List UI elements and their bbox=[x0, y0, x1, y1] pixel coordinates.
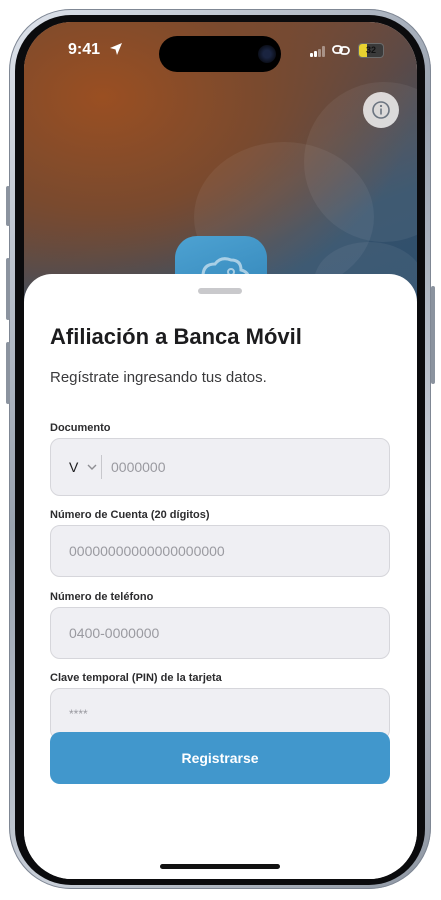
account-label: Número de Cuenta (20 dígitos) bbox=[50, 509, 210, 521]
volume-down-button bbox=[6, 342, 10, 404]
info-icon bbox=[372, 101, 390, 119]
document-field: V 0000000 bbox=[50, 438, 390, 496]
page-title: Afiliación a Banca Móvil bbox=[50, 324, 302, 349]
phone-number-input[interactable]: 0400-0000000 bbox=[50, 607, 390, 659]
account-number-placeholder: 00000000000000000000 bbox=[69, 543, 225, 559]
home-indicator[interactable] bbox=[160, 864, 280, 869]
front-camera bbox=[258, 45, 276, 63]
phone-number-placeholder: 0400-0000000 bbox=[69, 625, 160, 641]
chevron-down-icon[interactable] bbox=[87, 463, 97, 471]
volume-up-button bbox=[6, 258, 10, 320]
phone-label: Número de teléfono bbox=[50, 591, 154, 603]
registration-sheet: Afiliación a Banca Móvil Regístrate ingr… bbox=[24, 274, 417, 879]
document-label: Documento bbox=[50, 422, 111, 434]
page-subtitle: Regístrate ingresando tus datos. bbox=[50, 369, 267, 386]
action-button bbox=[6, 186, 10, 226]
account-number-input[interactable]: 00000000000000000000 bbox=[50, 525, 390, 577]
sheet-grabber[interactable] bbox=[198, 288, 242, 294]
signal-icon bbox=[310, 46, 326, 57]
register-button[interactable]: Registrarse bbox=[50, 732, 390, 784]
battery-icon: 32 bbox=[358, 43, 384, 58]
status-time: 9:41 bbox=[68, 41, 101, 58]
info-button[interactable] bbox=[363, 92, 399, 128]
screen: 9:41 32 Afiliación a Banca Móvil Regístr… bbox=[24, 22, 417, 879]
battery-percentage: 32 bbox=[365, 45, 376, 55]
status-bar: 9:41 32 bbox=[24, 22, 417, 82]
document-type-select[interactable]: V bbox=[69, 439, 78, 495]
pin-label: Clave temporal (PIN) de la tarjeta bbox=[50, 672, 222, 684]
document-number-input[interactable]: 0000000 bbox=[111, 439, 166, 495]
location-arrow-icon bbox=[110, 43, 122, 55]
power-button bbox=[431, 286, 435, 384]
field-divider bbox=[101, 455, 102, 479]
personal-hotspot-icon bbox=[332, 45, 350, 55]
